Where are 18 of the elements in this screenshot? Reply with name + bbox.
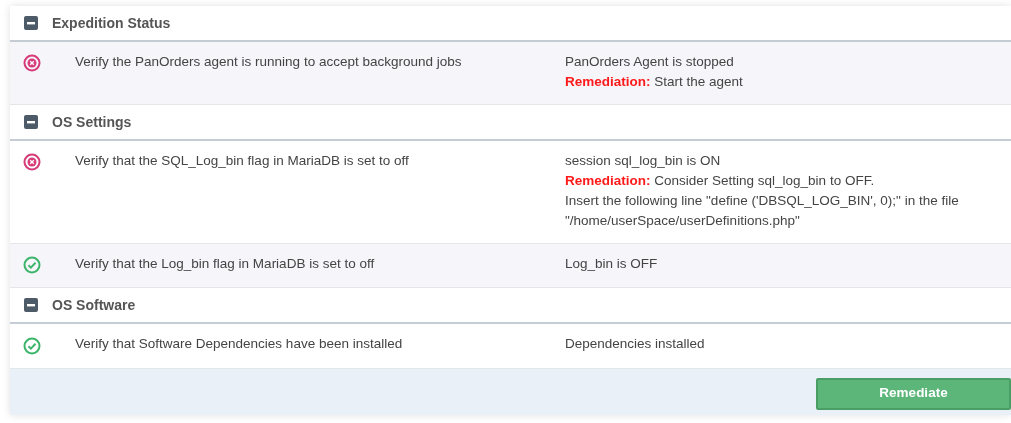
remediation-text: Remediation: Start the agent	[565, 73, 744, 91]
check-description: Verify that the SQL_Log_bin flag in MariaDB is set to off	[75, 152, 410, 170]
group-title: Expedition Status	[52, 13, 171, 33]
check-description: Verify that the Log_bin flag in MariaDB is set to off	[75, 255, 376, 273]
result-text: PanOrders Agent is stopped	[565, 53, 735, 71]
check-description: Verify that Software Dependencies have been installed	[75, 335, 404, 354]
check-description: Verify the PanOrders agent is running to accept background jobs	[75, 53, 463, 71]
remediation-text: Insert the following line "define ('DBSQL_LOG_BIN', 0);" in the file "/home/userSpace/userDefinitions.php"	[565, 192, 960, 230]
collapse-icon[interactable]	[24, 298, 38, 313]
result-text: session sql_log_bin is ON	[565, 152, 722, 170]
group-title: OS Software	[52, 295, 136, 315]
collapse-icon[interactable]	[24, 16, 38, 30]
result-text: Log_bin is OFF	[565, 255, 659, 273]
group-title: OS Settings	[52, 112, 132, 132]
remediation-text: Remediation: Consider Setting sql_log_bin to OFF.	[565, 172, 876, 190]
collapse-icon[interactable]	[24, 115, 38, 129]
remediate-button[interactable]: Remediate	[816, 377, 1011, 410]
result-text: Dependencies installed	[565, 335, 706, 354]
